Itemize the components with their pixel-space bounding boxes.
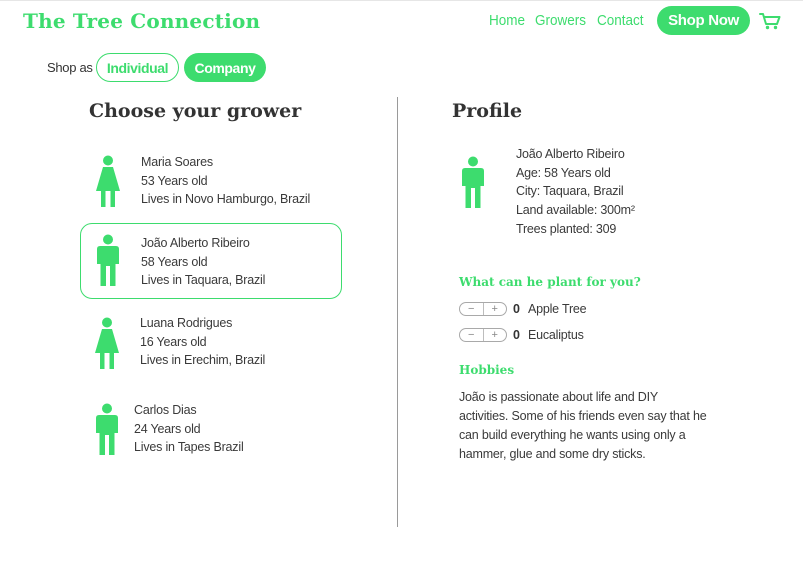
decrement-button[interactable]: − [460,329,483,341]
grower-name: Luana Rodrigues [140,316,233,330]
plant-row: − + 0 Eucaliptus [459,328,584,342]
grower-age: 16 Years old [140,334,207,349]
nav-growers-link[interactable]: Growers [535,12,586,29]
grower-card[interactable]: Maria Soares 53 Years old Lives in Novo … [80,143,342,219]
grower-name: Carlos Dias [134,403,197,417]
plant-name: Apple Tree [527,302,587,316]
plant-heading: What can he plant for you? [459,275,641,289]
top-border [0,0,803,1]
plant-row: − + 0 Apple Tree [459,302,587,316]
plant-count: 0 [513,302,520,316]
grower-location: Lives in Taquara, Brazil [141,273,266,288]
male-person-icon [462,156,484,208]
grower-name: João Alberto Ribeiro [141,236,250,250]
profile-name: João Alberto Ribeiro [516,147,625,161]
grower-card[interactable]: Carlos Dias 24 Years old Lives in Tapes … [80,390,342,466]
grower-location: Lives in Tapes Brazil [134,440,244,455]
individual-toggle[interactable]: Individual [96,53,179,82]
profile-title: Profile [452,100,523,122]
nav-home-link[interactable]: Home [489,12,525,29]
female-person-icon [95,317,119,369]
hobbies-heading: Hobbies [459,363,515,377]
grower-card[interactable]: Luana Rodrigues 16 Years old Lives in Er… [80,304,342,380]
quantity-stepper: − + [459,328,507,342]
column-divider [397,97,398,527]
female-person-icon [96,155,120,207]
plant-count: 0 [513,328,520,342]
decrement-button[interactable]: − [460,303,483,315]
grower-card-selected[interactable]: João Alberto Ribeiro 58 Years old Lives … [80,223,342,299]
plant-name: Eucaliptus [527,328,584,342]
profile-details: João Alberto Ribeiro Age: 58 Years old C… [516,145,635,239]
quantity-stepper: − + [459,302,507,316]
cart-icon[interactable] [759,12,781,30]
profile-land: Land available: 300m² [516,203,635,218]
grower-age: 53 Years old [141,173,208,188]
grower-name: Maria Soares [141,155,213,169]
male-person-icon [96,403,118,455]
profile-city: City: Taquara, Brazil [516,184,624,199]
hobbies-text: João is passionate about life and DIY ac… [459,390,707,461]
choose-grower-title: Choose your grower [89,100,302,122]
shop-as-label: Shop as [47,60,93,75]
grower-age: 58 Years old [141,254,208,269]
increment-button[interactable]: + [482,303,507,315]
grower-location: Lives in Novo Hamburgo, Brazil [141,192,311,207]
nav-contact-link[interactable]: Contact [597,12,644,29]
company-toggle[interactable]: Company [184,53,266,82]
male-person-icon [97,234,119,286]
brand-logo[interactable]: The Tree Connection [23,9,260,33]
top-nav: Home Growers Contact Shop Now [489,6,781,35]
grower-location: Lives in Erechim, Brazil [140,353,266,368]
shop-now-button[interactable]: Shop Now [657,6,750,35]
grower-age: 24 Years old [134,421,201,436]
profile-trees: Trees planted: 309 [516,221,617,236]
increment-button[interactable]: + [482,329,507,341]
profile-age: Age: 58 Years old [516,165,611,180]
